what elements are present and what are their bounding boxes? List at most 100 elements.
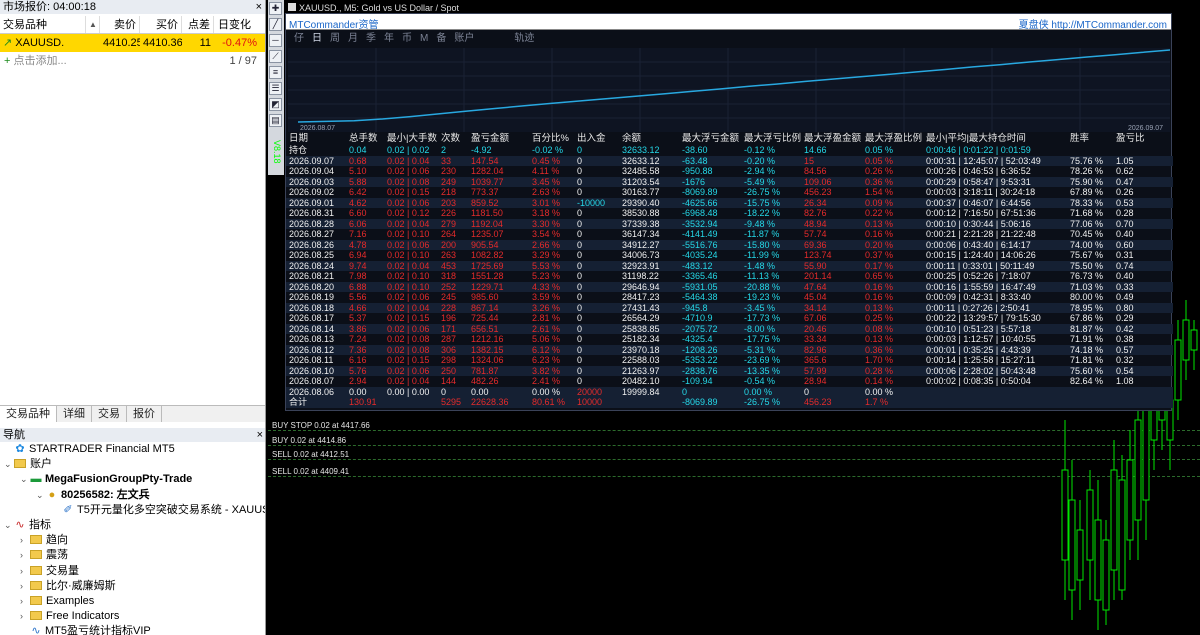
table-row: 2026.08.18 4.66 0.02 | 0.04 228 867.14 3.26 %… [286,302,1173,313]
dialog-tab[interactable]: 仔 [294,33,304,44]
col-symbol[interactable]: 交易品种 [0,16,86,33]
table-cell: 45.04 [804,292,827,302]
crosshair-icon[interactable]: ✚ [269,2,282,15]
table-cell: -19.23 % [744,292,781,302]
hline-tool-icon[interactable]: ─ [269,34,282,47]
order-label[interactable]: BUY 0.02 at 4414.86 [272,436,346,445]
close-icon[interactable]: × [257,428,263,442]
table-row: 2026.08.06 0.00 0.00 | 0.00 0 0.00 0.00 % 2000… [286,386,1173,397]
table-cell: 0 [577,260,583,271]
nav-item[interactable]: ✐ T5开元量化多空突破交易系统 - XAUUSD.,M [0,503,265,518]
table-cell: 7.16 [349,229,367,239]
ask-cell: 4410.36 [143,37,182,49]
col-change[interactable]: 日变化 [214,16,254,33]
expand-toggle-icon[interactable]: ⌄ [20,472,30,487]
nav-item[interactable]: › 震荡 [0,548,265,563]
trend-tool-icon[interactable]: ⟋ [269,50,282,63]
expand-toggle-icon[interactable]: › [20,548,30,563]
nav-item[interactable]: ⌄ ▬ MegaFusionGroupPty-Trade [0,472,265,487]
chart-icon [288,3,296,11]
table-cell: 0.05 % [865,145,894,155]
table-cell: 6.23 % [532,355,561,365]
sort-up-icon[interactable]: ▲ [86,16,100,33]
table-cell: 0:00:03 | 1:12:57 | 10:40:55 [926,334,1036,344]
channel-tool-icon[interactable]: ≡ [269,66,282,79]
table-cell: -4035.24 [682,250,718,260]
order-label[interactable]: BUY STOP 0.02 at 4417.66 [272,421,370,430]
dialog-tab[interactable]: 币 [402,33,412,44]
close-icon[interactable]: × [256,0,262,14]
dialog-tab[interactable]: 季 [366,33,376,44]
col-spread[interactable]: 点差 [182,16,214,33]
table-cell: 482.26 [471,376,499,386]
nav-item[interactable]: ∿ MT5盈亏统计指标VIP [0,624,265,635]
expand-toggle-icon[interactable]: › [20,564,30,579]
dialog-tab[interactable]: 轨迹 [514,33,534,44]
nav-item-label: T5开元量化多空突破交易系统 - XAUUSD.,M [77,503,265,516]
expand-toggle-icon[interactable]: › [20,594,30,609]
expand-toggle-icon[interactable]: › [20,533,30,548]
table-cell: -10000 [577,197,606,208]
table-cell: 1.54 % [865,187,894,197]
dialog-tab[interactable]: 年 [384,33,394,44]
table-cell: -26.75 % [744,397,781,407]
table-cell: 0 [577,292,583,302]
text-tool-icon[interactable]: ▤ [269,114,282,127]
order-label[interactable]: SELL 0.02 at 4409.41 [272,467,349,476]
table-cell: 245 [441,292,457,302]
tab-trading[interactable]: 交易 [92,406,127,422]
table-cell: 0.02 | 0.06 [387,292,430,302]
expand-toggle-icon[interactable]: › [20,579,30,594]
symbol-count: 1 / 97 [229,55,257,67]
nav-item[interactable]: ⌄ ∿ 指标 [0,518,265,533]
table-cell: 0.00 % [532,386,561,397]
navigator-title: 导航 × [0,428,265,442]
table-cell: 77.06 % [1070,218,1104,229]
table-cell: 0.20 % [865,239,894,250]
tab-details[interactable]: 详细 [57,406,92,422]
nav-item[interactable]: ⌄ ● 80256582: 左文兵 [0,488,265,503]
nav-item[interactable]: › Free Indicators [0,609,265,624]
col-bid[interactable]: 卖价 [100,16,140,33]
dialog-tab[interactable]: 日 [312,33,322,44]
expand-toggle-icon[interactable]: › [20,609,30,624]
dialog-website[interactable]: 夏盘侠 http://MTCommander.com [1019,16,1167,31]
dialog-tab[interactable]: 月 [348,33,358,44]
add-symbol-row[interactable]: + 点击添加... 1 / 97 [0,52,265,70]
table-cell: 4.62 [349,197,367,208]
dialog-tab[interactable]: 备 [436,33,446,44]
symbol-cell[interactable]: ↗ XAUUSD. [0,34,100,52]
expand-toggle-icon[interactable]: ⌄ [36,488,46,503]
table-cell: -5931.05 [682,281,718,292]
dialog-tab[interactable]: 账户 [454,33,474,44]
dialog-tab[interactable]: M [420,33,428,44]
table-row: 2026.09.01 4.62 0.02 | 0.06 203 859.52 3.01 %… [286,197,1173,208]
table-cell: 0:00:06 | 2:28:02 | 50:43:48 [926,365,1036,376]
table-cell: 2026.08.24 [289,260,335,271]
order-label[interactable]: SELL 0.02 at 4412.51 [272,450,349,459]
expand-toggle-icon[interactable]: ⌄ [4,518,14,533]
nav-item[interactable]: › 比尔·威廉姆斯 [0,579,265,594]
nav-item[interactable]: ⌄ 账户 [0,457,265,472]
table-cell: 70.45 % [1070,229,1104,239]
symbol-row[interactable]: ↗ XAUUSD. 4410.25 4410.36 11 -0.47% [0,34,265,52]
table-cell: 263 [441,250,457,260]
table-cell: 0.80 [1116,302,1134,313]
dialog-header: MTCommander资管 夏盘侠 http://MTCommander.com [286,14,1171,31]
tab-ticks[interactable]: 报价 [127,406,162,422]
table-cell: 55.90 [804,260,827,271]
fibo-tool-icon[interactable]: ☰ [269,82,282,95]
expand-toggle-icon[interactable]: ⌄ [4,457,14,472]
table-cell: -5.31 % [744,344,776,355]
col-ask[interactable]: 买价 [140,16,182,33]
nav-item[interactable]: ✿ STARTRADER Financial MT5 [0,442,265,457]
nav-item[interactable]: › 趋向 [0,533,265,548]
tab-symbols[interactable]: 交易品种 [0,406,57,422]
table-cell: 0.57 [1116,344,1134,355]
dialog-tab[interactable]: 周 [330,33,340,44]
nav-item[interactable]: › Examples [0,594,265,609]
line-tool-icon[interactable]: ╱ [269,18,282,31]
nav-item[interactable]: › 交易量 [0,564,265,579]
table-cell: 2026.08.19 [289,292,335,302]
shapes-tool-icon[interactable]: ◩ [269,98,282,111]
